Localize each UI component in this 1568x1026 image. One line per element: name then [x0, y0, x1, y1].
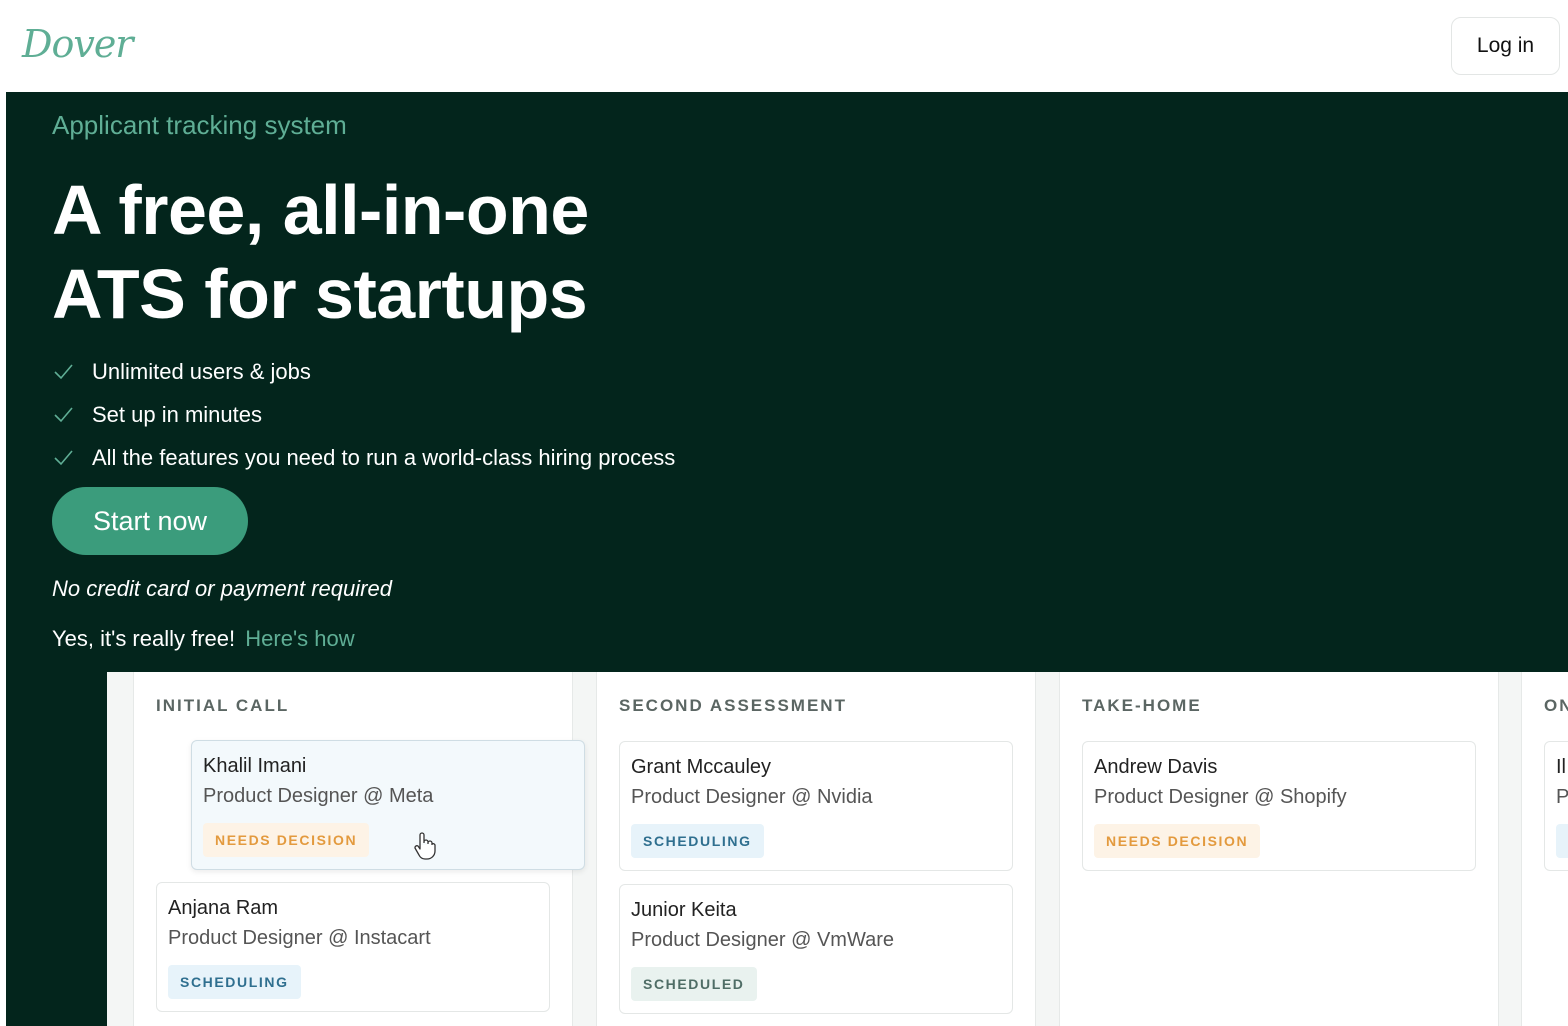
column-second-assessment: SECOND ASSESSMENT Grant Mccauley Product… — [596, 672, 1036, 1026]
login-button[interactable]: Log in — [1451, 17, 1560, 75]
page: Dover Log in Applicant tracking system A… — [0, 0, 1568, 1026]
candidate-name: Il — [1556, 756, 1566, 778]
no-credit-card-note: No credit card or payment required — [52, 576, 392, 601]
feature-list: Unlimited users & jobs Set up in minutes… — [52, 350, 675, 479]
headline-line-1: A free, all-in-one — [52, 171, 589, 249]
column-onsite: ON Il P — [1521, 672, 1568, 1026]
candidate-card[interactable]: Anjana Ram Product Designer @ Instacart … — [156, 882, 550, 1012]
column-take-home: TAKE-HOME Andrew Davis Product Designer … — [1059, 672, 1499, 1026]
feature-item: Unlimited users & jobs — [52, 350, 675, 393]
candidate-card[interactable]: Andrew Davis Product Designer @ Shopify … — [1082, 741, 1476, 871]
status-badge: SCHEDULING — [168, 965, 301, 999]
free-text: Yes, it's really free! — [52, 626, 236, 651]
candidate-role: Product Designer @ Instacart — [168, 927, 431, 949]
check-icon — [54, 363, 73, 379]
candidate-name: Khalil Imani — [203, 755, 307, 777]
column-title: TAKE-HOME — [1082, 696, 1202, 715]
candidate-role: Product Designer @ VmWare — [631, 929, 894, 951]
hero-section: Applicant tracking system A free, all-in… — [6, 92, 1568, 1026]
candidate-role: Product Designer @ Shopify — [1094, 786, 1347, 808]
candidate-name: Anjana Ram — [168, 897, 279, 919]
feature-item: All the features you need to run a world… — [52, 436, 675, 479]
candidate-card[interactable]: Il P — [1544, 741, 1568, 871]
candidate-card[interactable]: Grant Mccauley Product Designer @ Nvidia… — [619, 741, 1013, 871]
status-badge — [1556, 824, 1568, 858]
column-title: INITIAL CALL — [156, 696, 290, 715]
status-badge: NEEDS DECISION — [1094, 824, 1261, 858]
pipeline-board: INITIAL CALL Khalil Imani Product Design… — [107, 672, 1568, 1026]
column-title: ON — [1544, 696, 1568, 715]
hero-eyebrow: Applicant tracking system — [52, 110, 347, 140]
free-note: Yes, it's really free! Here's how — [52, 626, 355, 652]
candidate-role: P — [1556, 786, 1568, 808]
feature-text: All the features you need to run a world… — [92, 444, 676, 470]
feature-item: Set up in minutes — [52, 393, 675, 436]
status-badge: SCHEDULED — [631, 967, 757, 1001]
hero-headline: A free, all-in-one ATS for startups — [52, 168, 852, 336]
start-now-button[interactable]: Start now — [52, 487, 248, 555]
dover-logo[interactable]: Dover — [22, 22, 133, 66]
status-badge: NEEDS DECISION — [203, 823, 370, 857]
candidate-role: Product Designer @ Meta — [203, 785, 434, 807]
hand-cursor-icon — [414, 832, 436, 860]
candidate-name: Junior Keita — [631, 899, 737, 921]
headline-line-2: ATS for startups — [52, 255, 588, 333]
feature-text: Set up in minutes — [92, 401, 262, 427]
column-initial-call: INITIAL CALL Khalil Imani Product Design… — [133, 672, 585, 1026]
candidate-card[interactable]: Junior Keita Product Designer @ VmWare S… — [619, 884, 1013, 1014]
column-title: SECOND ASSESSMENT — [619, 696, 847, 715]
candidate-name: Andrew Davis — [1094, 756, 1218, 778]
candidate-name: Grant Mccauley — [631, 756, 772, 778]
check-icon — [54, 449, 73, 465]
heres-how-link[interactable]: Here's how — [245, 626, 354, 651]
check-icon — [54, 406, 73, 422]
top-nav: Dover Log in — [0, 0, 1568, 92]
candidate-card[interactable]: Khalil Imani Product Designer @ Meta NEE… — [191, 740, 585, 870]
candidate-role: Product Designer @ Nvidia — [631, 786, 873, 808]
feature-text: Unlimited users & jobs — [92, 358, 311, 384]
status-badge: SCHEDULING — [631, 824, 764, 858]
